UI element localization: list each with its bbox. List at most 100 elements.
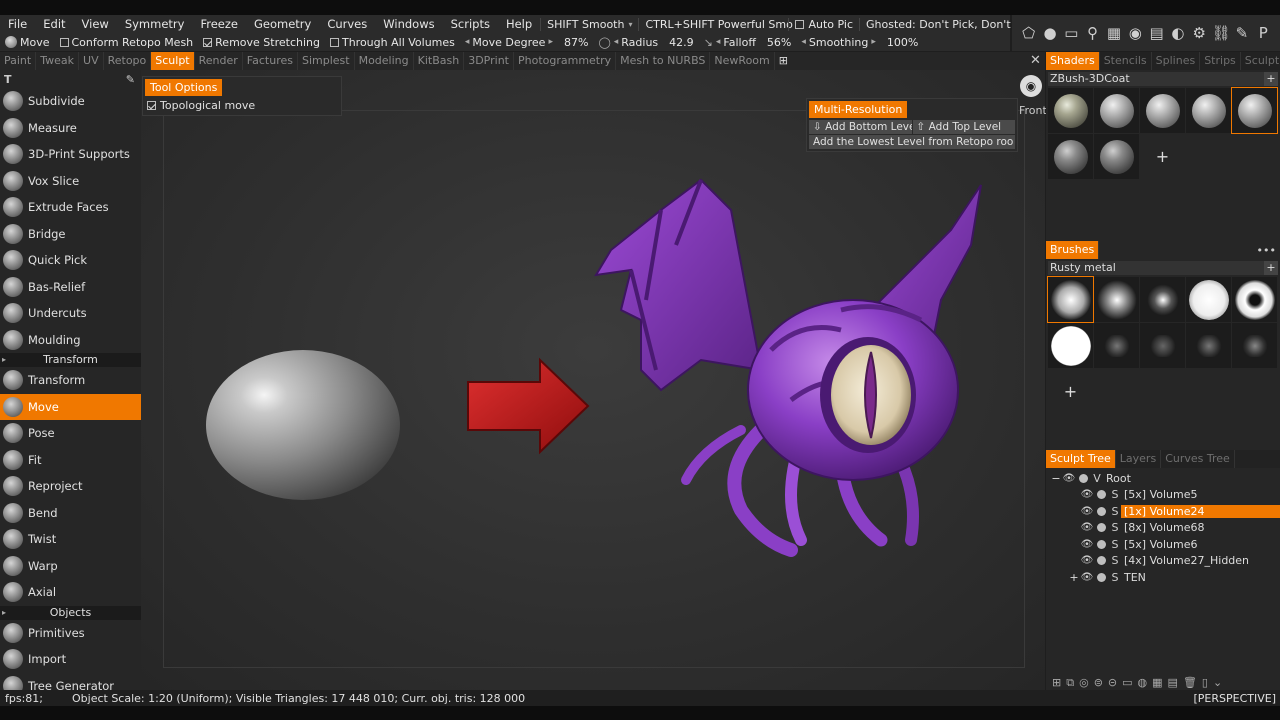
menu-help[interactable]: Help [498,17,540,31]
gear-icon[interactable]: ⚙ [1190,24,1208,42]
tab-3dprint[interactable]: 3DPrint [464,52,514,70]
brush-preset-select[interactable]: Rusty metal + [1048,261,1278,275]
menu-file[interactable]: File [0,17,35,31]
tree-volume-row[interactable]: 👁 S [5x] Volume6 [1046,536,1280,553]
eye-icon[interactable]: 👁 [1062,473,1076,484]
grid-icon[interactable]: ▤ [1148,24,1166,42]
tool-bridge[interactable]: Bridge [0,221,141,248]
tool-measure[interactable]: Measure [0,115,141,142]
grid-icon[interactable]: ▦ [1152,676,1162,690]
tool-transform[interactable]: Transform [0,367,141,394]
tab-splines[interactable]: Splines [1152,52,1201,70]
tab-brushes[interactable]: Brushes [1046,241,1100,259]
tool-twist[interactable]: Twist [0,526,141,553]
menu-view[interactable]: View [74,17,117,31]
tool-print-supports[interactable]: 3D-Print Supports [0,141,141,168]
add-room-button[interactable]: ⊞ [775,52,792,70]
tab-render[interactable]: Render [195,52,243,70]
menu-curves[interactable]: Curves [319,17,375,31]
add-shader-button[interactable]: + [1140,134,1185,179]
menu-windows[interactable]: Windows [375,17,442,31]
brush-thumb[interactable] [1048,323,1093,368]
pencil-icon[interactable]: ✎ [126,73,135,86]
through-volumes-toggle[interactable]: Through All Volumes [325,36,460,49]
radius-slider[interactable]: ◯ ◂ Radius 42.9 [593,36,698,49]
folder-icon[interactable]: ▭ [1122,676,1132,690]
tab-shaders[interactable]: Shaders [1046,52,1100,70]
split-icon[interactable]: ⊝ [1108,676,1117,690]
tab-sculpt-tree[interactable]: Sculpt Tree [1046,450,1116,468]
tool-bend[interactable]: Bend [0,500,141,527]
visibility-dot-icon[interactable] [1097,506,1106,516]
brush-thumb[interactable] [1186,323,1231,368]
brush-thumb-selected[interactable] [1047,276,1094,323]
shader-thumb[interactable] [1048,88,1093,133]
tool-bas-relief[interactable]: Bas-Relief [0,274,141,301]
menu-symmetry[interactable]: Symmetry [117,17,193,31]
brush-thumb[interactable] [1186,277,1231,322]
tab-mesh-to-nurbs[interactable]: Mesh to NURBS [616,52,711,70]
tool-fit[interactable]: Fit [0,447,141,474]
current-tool[interactable]: Move [0,36,55,49]
rectangle-select-icon[interactable]: ▭ [1062,24,1080,42]
collapse-icon[interactable]: − [1050,472,1062,485]
tab-photogrammetry[interactable]: Photogrammetry [514,52,617,70]
section-transform[interactable]: Transform [0,353,141,367]
section-objects[interactable]: Objects [0,605,141,620]
tree-volume-row[interactable]: 👁 S [4x] Volume27_Hidden [1046,553,1280,570]
tool-import[interactable]: Import [0,646,141,673]
tab-stencils[interactable]: Stencils [1100,52,1152,70]
expand-icon[interactable]: + [1068,571,1080,584]
material-ball-icon[interactable]: ◉ [1126,24,1144,42]
remove-stretching-checkbox[interactable] [203,37,213,47]
through-volumes-checkbox[interactable] [329,37,339,47]
sphere-icon[interactable]: ◍ [1138,676,1148,690]
tab-curves-tree[interactable]: Curves Tree [1161,450,1235,468]
brush-thumb[interactable] [1140,277,1185,322]
close-icon[interactable]: ✕ [1030,53,1041,68]
tool-axial[interactable]: Axial [0,579,141,606]
brush-thumb[interactable] [1232,323,1277,368]
tree-ten-row[interactable]: + 👁 S TEN [1046,569,1280,586]
multi-resolution-title[interactable]: Multi-Resolution [809,101,908,118]
shader-thumb-selected[interactable] [1231,87,1278,134]
add-top-level-button[interactable]: ⇧ Add Top Level [912,120,1015,134]
copy-icon[interactable]: ⧉ [1066,676,1074,690]
topological-move-option[interactable]: Topological move [143,98,341,113]
tab-factures[interactable]: Factures [243,52,298,70]
tab-strips[interactable]: Strips [1200,52,1241,70]
tree-volume-row[interactable]: 👁 S [5x] Volume5 [1046,487,1280,504]
eye-icon[interactable]: 👁 [1080,539,1094,550]
checker-icon[interactable]: ▦ [1105,24,1123,42]
add-lowest-level-button[interactable]: Add the Lowest Level from Retopo roo [809,135,1015,149]
tab-modeling[interactable]: Modeling [355,52,414,70]
visibility-dot-icon[interactable] [1079,473,1088,483]
tab-tweak[interactable]: Tweak [36,52,80,70]
shift-mode-select[interactable]: SHIFT Smooth ▾ [540,17,638,31]
remove-stretching-toggle[interactable]: Remove Stretching [198,36,325,49]
shader-thumb[interactable] [1094,134,1139,179]
pen-icon[interactable]: P [1254,24,1272,42]
tab-sculpt[interactable]: Sculpt [151,52,195,70]
tab-layers[interactable]: Layers [1116,450,1162,468]
plus-icon[interactable]: + [1264,261,1278,275]
add-layer-icon[interactable]: ⊞ [1052,676,1061,690]
eye-icon[interactable]: 👁 [1080,489,1094,500]
menu-freeze[interactable]: Freeze [192,17,246,31]
document-icon[interactable]: ▯ [1202,676,1208,690]
tool-extrude-faces[interactable]: Extrude Faces [0,194,141,221]
topological-move-checkbox[interactable] [147,101,156,110]
surface-icon[interactable]: ▤ [1168,676,1178,690]
conform-retopo-toggle[interactable]: Conform Retopo Mesh [55,36,199,49]
move-degree-slider[interactable]: ◂ Move Degree ▸ 87% [460,36,594,49]
tree-root-row[interactable]: − 👁 V Root [1046,470,1280,487]
brush-thumb[interactable] [1094,323,1139,368]
tool-options-title[interactable]: Tool Options [145,79,223,96]
tree-volume-row[interactable]: 👁 S [8x] Volume68 [1046,520,1280,537]
more-options-icon[interactable]: ••• [1257,244,1276,257]
tool-subdivide[interactable]: Subdivide [0,88,141,115]
smoothing-slider[interactable]: ◂ Smoothing ▸ 100% [796,36,923,49]
tab-retopo[interactable]: Retopo [104,52,152,70]
chevron-down-icon[interactable]: ⌄ [1213,676,1222,690]
menu-edit[interactable]: Edit [35,17,73,31]
